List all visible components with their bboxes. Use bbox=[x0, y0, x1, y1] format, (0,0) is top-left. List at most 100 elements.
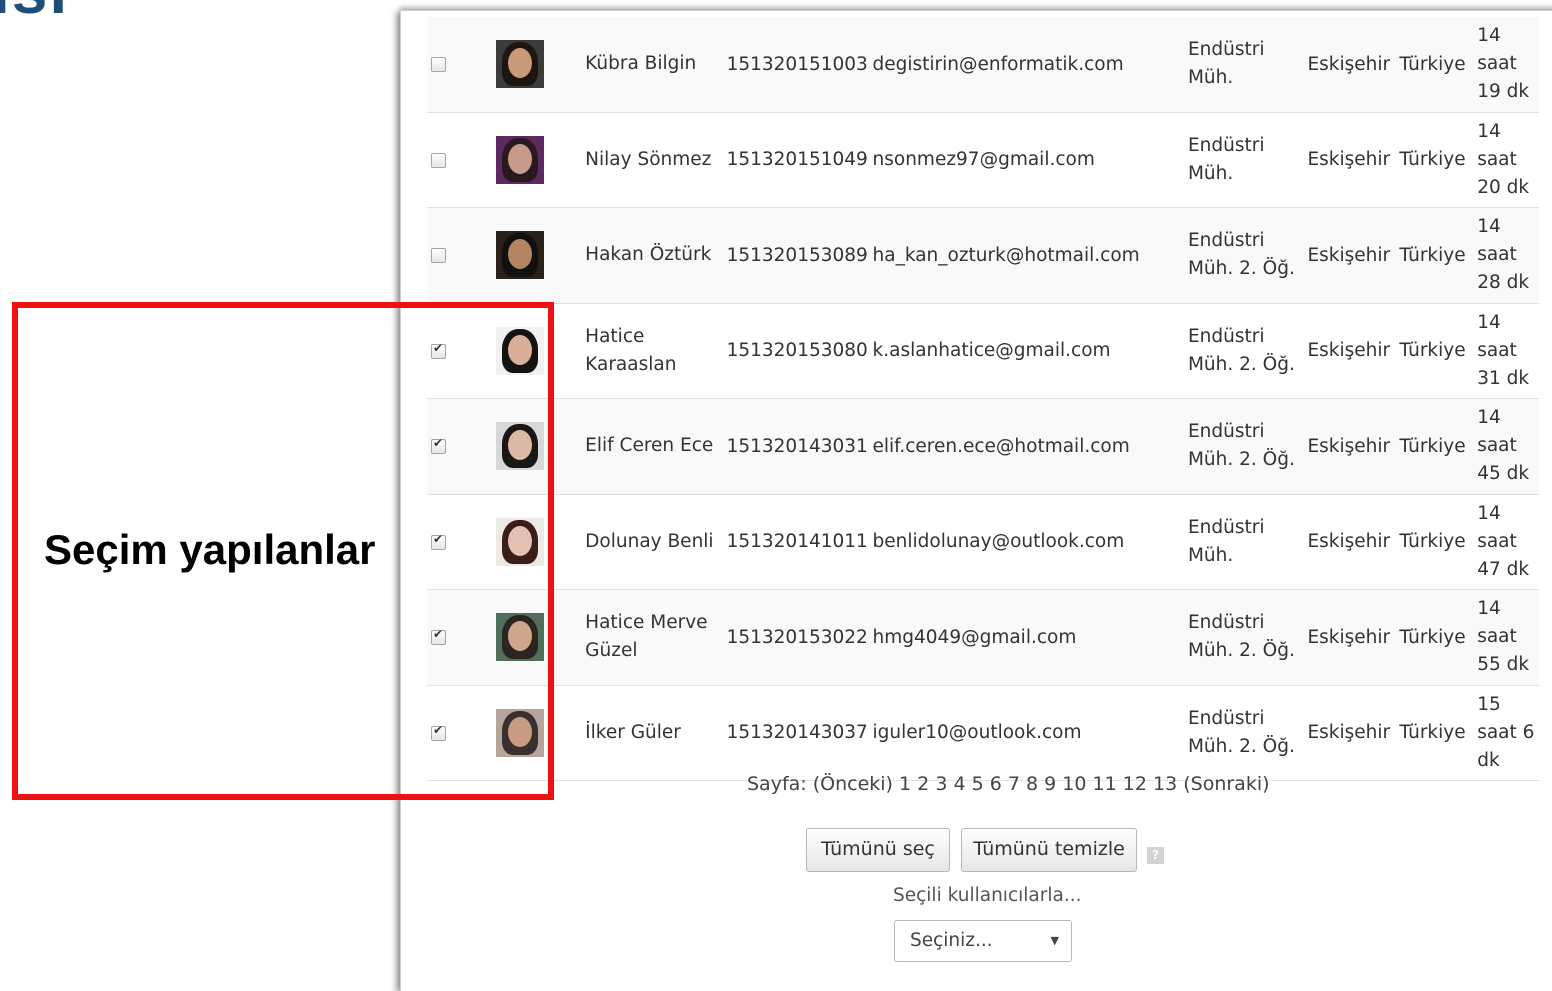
avatar[interactable] bbox=[495, 40, 544, 89]
pagination-page-link[interactable]: 7 bbox=[1008, 773, 1020, 795]
user-name[interactable]: Hatice Merve Güzel bbox=[585, 589, 727, 686]
with-selected-label: Seçili kullanıcılarla... bbox=[893, 885, 1082, 906]
user-email[interactable]: degistirin@enformatik.com bbox=[872, 17, 1188, 113]
chevron-down-icon: ▼ bbox=[1050, 934, 1059, 947]
last-access-time: 14 saat 20 dk bbox=[1477, 112, 1539, 208]
avatar-cell bbox=[475, 685, 586, 781]
user-city: Eskişehir bbox=[1307, 17, 1400, 113]
last-access-time: 15 saat 6 dk bbox=[1477, 685, 1539, 781]
user-country: Türkiye bbox=[1399, 112, 1478, 208]
avatar[interactable] bbox=[495, 135, 544, 184]
avatar[interactable] bbox=[495, 613, 544, 662]
user-name[interactable]: Elif Ceren Ece bbox=[585, 398, 727, 495]
last-access-time: 14 saat 31 dk bbox=[1477, 303, 1539, 399]
user-name[interactable]: Dolunay Benli bbox=[585, 494, 727, 590]
table-row: Elif Ceren Ece151320143031elif.ceren.ece… bbox=[427, 398, 1539, 495]
annotation-label: Seçim yapılanlar bbox=[44, 526, 376, 573]
pagination-next-link[interactable]: (Sonraki) bbox=[1183, 773, 1269, 795]
row-checkbox-cell bbox=[427, 589, 476, 686]
table-row: Hatice Merve Güzel151320153022hmg4049@gm… bbox=[427, 589, 1539, 686]
avatar[interactable] bbox=[495, 422, 544, 471]
pagination-label: Sayfa: bbox=[747, 773, 807, 795]
student-id: 151320143031 bbox=[726, 398, 873, 495]
user-country: Türkiye bbox=[1399, 398, 1478, 495]
pagination-page-link[interactable]: 2 bbox=[917, 773, 929, 795]
row-checkbox[interactable] bbox=[431, 152, 446, 168]
user-city: Eskişehir bbox=[1307, 685, 1400, 781]
last-access-time: 14 saat 28 dk bbox=[1477, 207, 1539, 304]
last-access-time: 14 saat 55 dk bbox=[1477, 589, 1539, 686]
with-selected-dropdown[interactable]: Seçiniz... ▼ bbox=[894, 920, 1072, 962]
user-email[interactable]: ha_kan_ozturk@hotmail.com bbox=[872, 207, 1188, 304]
avatar-face bbox=[507, 525, 532, 556]
user-email[interactable]: benlidolunay@outlook.com bbox=[872, 494, 1188, 590]
dropdown-value: Seçiniz... bbox=[910, 930, 993, 951]
user-email[interactable]: k.aslanhatice@gmail.com bbox=[872, 303, 1188, 399]
user-country: Türkiye bbox=[1399, 17, 1478, 113]
row-checkbox[interactable] bbox=[431, 532, 446, 550]
pagination-page-link[interactable]: 4 bbox=[953, 773, 965, 795]
pagination-page-link[interactable]: 3 bbox=[935, 773, 947, 795]
avatar-face bbox=[507, 430, 532, 461]
avatar-cell bbox=[475, 112, 586, 208]
user-country: Türkiye bbox=[1399, 207, 1478, 304]
pagination-page-link[interactable]: 6 bbox=[990, 773, 1002, 795]
user-name[interactable]: Kübra Bilgin bbox=[585, 17, 727, 113]
avatar[interactable] bbox=[495, 708, 544, 757]
row-checkbox[interactable] bbox=[431, 723, 446, 741]
user-email[interactable]: hmg4049@gmail.com bbox=[872, 589, 1188, 686]
user-name[interactable]: İlker Güler bbox=[585, 685, 727, 781]
last-access-time: 14 saat 47 dk bbox=[1477, 494, 1539, 590]
row-checkbox[interactable] bbox=[431, 248, 446, 264]
row-checkbox-cell bbox=[427, 17, 476, 113]
user-email[interactable]: elif.ceren.ece@hotmail.com bbox=[872, 398, 1188, 495]
pagination-page-link[interactable]: 11 bbox=[1093, 773, 1117, 795]
user-city: Eskişehir bbox=[1307, 112, 1400, 208]
avatar-cell bbox=[475, 494, 586, 590]
user-name[interactable]: Hatice Karaaslan bbox=[585, 303, 727, 399]
avatar-cell bbox=[475, 398, 586, 495]
user-department: Endüstri Müh. 2. Öğ. bbox=[1187, 685, 1308, 781]
pagination-page-link[interactable]: 8 bbox=[1026, 773, 1038, 795]
clear-all-button[interactable]: Tümünü temizle bbox=[961, 828, 1137, 872]
user-city: Eskişehir bbox=[1307, 398, 1400, 495]
user-department: Endüstri Müh. bbox=[1187, 112, 1308, 208]
user-country: Türkiye bbox=[1399, 685, 1478, 781]
table-row: Hakan Öztürk 151320153089 ha_kan_ozturk@ho… bbox=[427, 207, 1539, 304]
help-icon[interactable]: ? bbox=[1147, 847, 1164, 864]
user-city: Eskişehir bbox=[1307, 494, 1400, 590]
select-all-button[interactable]: Tümünü seç bbox=[806, 828, 950, 872]
avatar[interactable] bbox=[495, 231, 544, 280]
pagination-prev-link[interactable]: (Önceki) bbox=[813, 773, 893, 795]
student-id: 151320151003 bbox=[726, 17, 873, 113]
participants-table: Kübra Bilgin 151320151003 degistirin@enfor… bbox=[427, 17, 1539, 781]
row-checkbox-cell bbox=[427, 494, 476, 590]
pagination-page-link[interactable]: 12 bbox=[1123, 773, 1147, 795]
pagination-page-link[interactable]: 1 bbox=[899, 773, 911, 795]
avatar-face bbox=[507, 143, 532, 174]
row-checkbox[interactable] bbox=[431, 627, 446, 646]
row-checkbox[interactable] bbox=[431, 57, 446, 73]
user-name[interactable]: Nilay Sönmez bbox=[585, 112, 727, 208]
avatar[interactable] bbox=[495, 326, 544, 375]
pagination-page-link[interactable]: 9 bbox=[1044, 773, 1056, 795]
avatar-cell bbox=[475, 207, 586, 304]
user-name[interactable]: Hakan Öztürk bbox=[585, 207, 727, 304]
avatar[interactable] bbox=[495, 517, 544, 566]
pagination-page-link[interactable]: 5 bbox=[972, 773, 984, 795]
user-department: Endüstri Müh. bbox=[1187, 17, 1308, 113]
row-checkbox[interactable] bbox=[431, 436, 446, 455]
user-department: Endüstri Müh. 2. Öğ. bbox=[1187, 303, 1308, 399]
user-department: Endüstri Müh. 2. Öğ. bbox=[1187, 589, 1308, 686]
pagination-page-link[interactable]: 13 bbox=[1153, 773, 1177, 795]
row-checkbox-cell bbox=[427, 303, 476, 399]
row-checkbox[interactable] bbox=[431, 341, 446, 359]
last-access-time: 14 saat 45 dk bbox=[1477, 398, 1539, 495]
row-checkbox-cell bbox=[427, 685, 476, 781]
user-country: Türkiye bbox=[1399, 589, 1478, 686]
student-id: 151320153089 bbox=[726, 207, 873, 304]
pagination-page-link[interactable]: 10 bbox=[1062, 773, 1086, 795]
user-email[interactable]: nsonmez97@gmail.com bbox=[872, 112, 1188, 208]
user-email[interactable]: iguler10@outlook.com bbox=[872, 685, 1188, 781]
pagination: Sayfa: (Önceki) 1 2 3 4 5 6 7 8 9 10 11 … bbox=[747, 773, 1270, 795]
